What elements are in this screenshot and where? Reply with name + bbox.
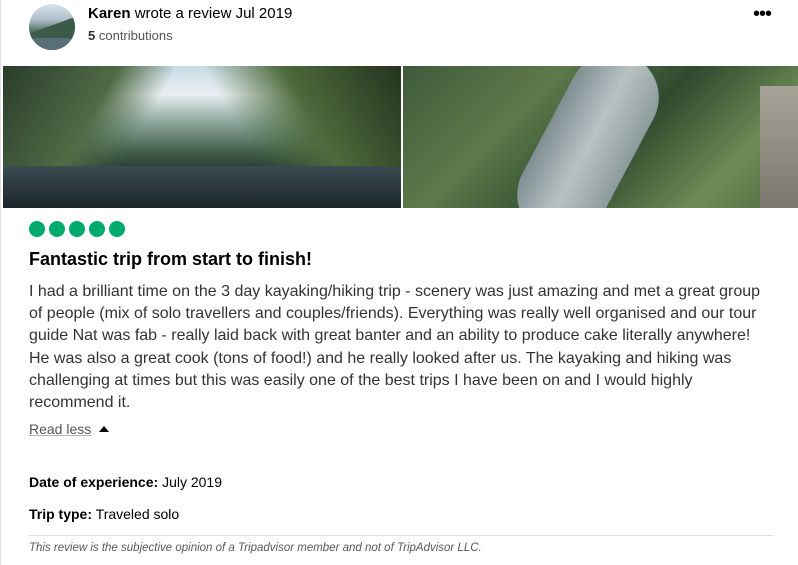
review-header: Karen wrote a review Jul 2019 5 contribu…	[29, 4, 789, 52]
contributions-label: contributions	[98, 28, 173, 43]
rating-bubble-icon	[69, 221, 85, 237]
card-border	[0, 0, 1, 565]
rating-bubble-icon	[109, 221, 125, 237]
caret-up-icon	[99, 426, 110, 432]
review-action-text: wrote a review	[134, 5, 232, 22]
review-photos	[3, 66, 798, 208]
trip-type-label: Trip type:	[29, 506, 93, 522]
trip-type: Trip type: Traveled solo	[29, 506, 179, 522]
rating-bubble-icon	[29, 221, 45, 237]
date-of-experience-value: July 2019	[162, 474, 222, 490]
date-of-experience-label: Date of experience:	[29, 474, 159, 490]
review-date: Jul 2019	[235, 5, 293, 22]
contributions-count: 5	[88, 28, 96, 43]
review-photo-fjord-aerial[interactable]	[403, 66, 798, 208]
review-byline: Karen wrote a review Jul 2019	[88, 5, 292, 22]
rating-bubble-icon	[89, 221, 105, 237]
contributions: 5 contributions	[88, 28, 173, 43]
author-name-link[interactable]: Karen	[88, 5, 131, 22]
rating-bubble-icon	[49, 221, 65, 237]
date-of-experience: Date of experience: July 2019	[29, 474, 222, 490]
review-title: Fantastic trip from start to finish!	[29, 249, 313, 269]
review-body: I had a brilliant time on the 3 day kaya…	[29, 283, 761, 412]
review-disclaimer: This review is the subjective opinion of…	[29, 542, 482, 554]
rating-bubbles	[29, 221, 125, 237]
divider	[29, 535, 774, 536]
avatar[interactable]	[29, 4, 75, 50]
review-photo-fjord-lake[interactable]	[3, 66, 401, 208]
more-options-icon[interactable]: •••	[749, 4, 775, 26]
read-less-label: Read less	[29, 421, 92, 437]
trip-type-value: Traveled solo	[95, 506, 180, 522]
read-less-button[interactable]: Read less	[29, 421, 110, 437]
